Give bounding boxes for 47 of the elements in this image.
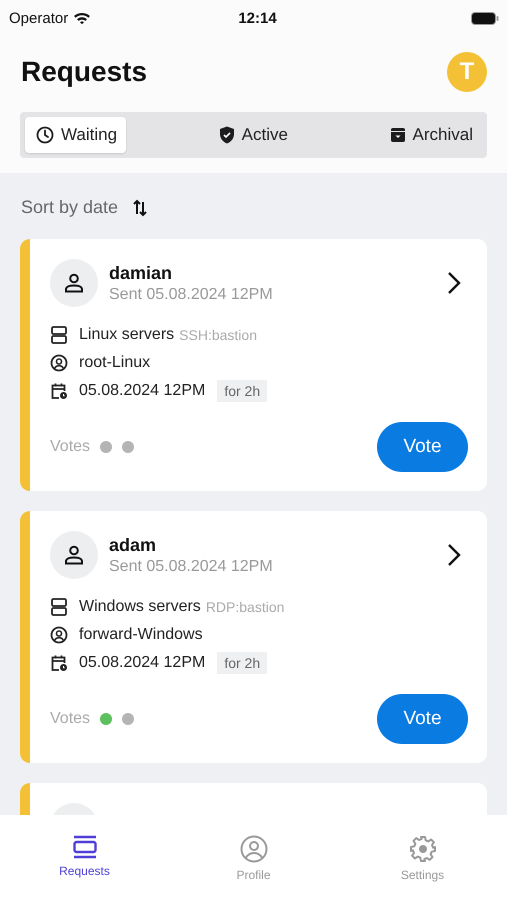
server-icon [50, 326, 68, 344]
sort-icon[interactable] [132, 198, 148, 218]
chevron-right-icon[interactable] [447, 271, 461, 295]
duration-tag: for 2h [217, 380, 268, 402]
filter-tab[interactable]: Waiting [25, 117, 126, 153]
chevron-right-icon[interactable] [447, 543, 461, 567]
clock-time: 12:14 [238, 10, 277, 26]
nav-tab[interactable]: Requests [44, 835, 124, 885]
user-name: adam [109, 534, 158, 556]
page-title: Requests [21, 56, 148, 88]
archive-icon [390, 127, 406, 143]
vote-button[interactable]: Vote [377, 694, 468, 744]
clock-icon [36, 126, 54, 144]
target-name: Windows servers [79, 598, 201, 616]
account-name: root-Linux [79, 354, 150, 372]
filter-tab[interactable]: Active [208, 117, 297, 153]
profile-icon [240, 835, 268, 863]
person-icon [63, 544, 85, 566]
calendar-clock-icon [50, 654, 68, 672]
schedule-date: 05.08.2024 12PM [79, 382, 206, 400]
battery-icon [471, 12, 499, 24]
account-icon [50, 626, 68, 644]
settings-icon [408, 835, 436, 863]
votes-label: Votes [50, 438, 90, 456]
carrier-name: Operator [9, 10, 68, 26]
protocol-label: SSH:bastion [179, 327, 257, 343]
sort-label: Sort by date [21, 197, 118, 218]
protocol-label: RDP:bastion [206, 599, 284, 615]
person-icon [63, 272, 85, 294]
sent-date: Sent 05.08.2024 12PM [109, 286, 274, 304]
shield-icon [218, 126, 235, 144]
target-name: Linux servers [79, 326, 174, 344]
request-card[interactable]: adam Sent 05.08.2024 12PM Windows servers RDP:bastion forward-Windows 05.08.2024 12PM for 2h Votes Vote [20, 511, 487, 763]
request-card[interactable]: damian Sent 05.08.2024 12PM Linux servers SSH:bastion root-Linux 05.08.2024 12PM for 2h Votes Vote [20, 239, 487, 491]
server-icon [50, 598, 68, 616]
votes-label: Votes [50, 710, 90, 728]
wifi-icon [73, 11, 92, 25]
schedule-date: 05.08.2024 12PM [79, 654, 206, 672]
filter-tab[interactable]: Archival [378, 117, 482, 153]
duration-tag: for 2h [217, 652, 268, 674]
account-name: forward-Windows [79, 626, 203, 644]
vote-button[interactable]: Vote [377, 422, 468, 472]
user-name: damian [109, 262, 174, 284]
sent-date: Sent 05.08.2024 12PM [109, 558, 274, 576]
calendar-clock-icon [50, 382, 68, 400]
account-icon [50, 354, 68, 372]
list-icon [72, 835, 98, 859]
